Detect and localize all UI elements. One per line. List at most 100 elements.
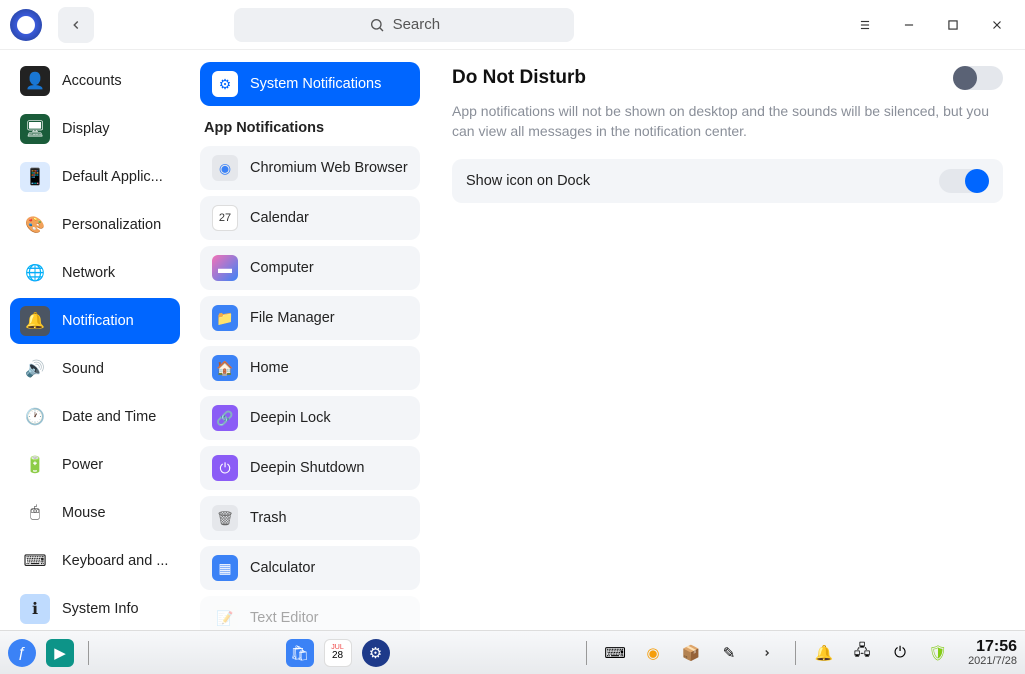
menu-button[interactable] <box>855 15 875 35</box>
sidebar-item-label: Network <box>62 265 115 281</box>
app-item-calendar[interactable]: 27 Calendar <box>200 196 420 240</box>
app-item-trash[interactable]: 🗑Trash <box>200 496 420 540</box>
show-icon-on-dock-row: Show icon on Dock <box>452 159 1003 203</box>
app-item-label: Deepin Lock <box>250 410 331 426</box>
notification-source-list: ⚙ System Notifications App Notifications… <box>190 50 430 630</box>
sidebar-item-datetime[interactable]: 🕐 Date and Time <box>10 394 180 440</box>
sidebar-item-keyboard[interactable]: ⌨Keyboard and ... <box>10 538 180 584</box>
calculator-icon: ▦ <box>212 555 238 581</box>
show-icon-label: Show icon on Dock <box>466 173 590 189</box>
sidebar-item-label: Sound <box>62 361 104 377</box>
clock-icon: 🕐 <box>20 402 50 432</box>
sidebar-item-label: System Info <box>62 601 139 617</box>
settings-window: Search 👤 Accounts 🖥 Display 📱Default Appli… <box>0 0 1025 630</box>
minimize-button[interactable] <box>899 15 919 35</box>
app-item-computer[interactable]: ▬Computer <box>200 246 420 290</box>
battery-icon: 🔋 <box>20 450 50 480</box>
editor-icon: 📝 <box>212 605 238 630</box>
taskbar-tray-icon-4[interactable]: ✎ <box>715 639 743 667</box>
sidebar-item-power[interactable]: 🔋Power <box>10 442 180 488</box>
gear-icon: ⚙ <box>212 71 238 97</box>
sidebar-item-label: Accounts <box>62 73 122 89</box>
do-not-disturb-toggle[interactable] <box>953 66 1003 90</box>
taskbar-tray-icon-3[interactable]: 📦 <box>677 639 705 667</box>
sidebar-item-personalization[interactable]: 🎨Personalization <box>10 202 180 248</box>
app-item-calculator[interactable]: ▦ Calculator <box>200 546 420 590</box>
taskbar-clock[interactable]: 17:56 2021/7/28 <box>968 638 1017 668</box>
taskbar-tray-expand-icon[interactable] <box>753 639 781 667</box>
show-icon-toggle[interactable] <box>939 169 989 193</box>
close-button[interactable] <box>987 15 1007 35</box>
taskbar-tray-icon-2[interactable]: ◉ <box>639 639 667 667</box>
clock-time: 17:56 <box>968 638 1017 656</box>
sidebar-item-label: Display <box>62 121 110 137</box>
taskbar-terminal-icon[interactable]: ▶ <box>46 639 74 667</box>
app-item-label: Home <box>250 360 289 376</box>
clock-date: 2021/7/28 <box>968 655 1017 667</box>
sidebar-item-label: Notification <box>62 313 134 329</box>
app-item-label: File Manager <box>250 310 335 326</box>
chevron-left-icon <box>69 18 83 32</box>
system-notifications-item[interactable]: ⚙ System Notifications <box>200 62 420 106</box>
sidebar-item-mouse[interactable]: 🖱Mouse <box>10 490 180 536</box>
app-item-shutdown[interactable]: ⏻Deepin Shutdown <box>200 446 420 490</box>
sidebar: 👤 Accounts 🖥 Display 📱Default Applic... 🎨P… <box>0 50 190 630</box>
content-pane: Do Not Disturb App notifications will no… <box>430 50 1025 630</box>
app-item-label: Calculator <box>250 560 315 576</box>
separator <box>586 641 587 665</box>
maximize-button[interactable] <box>943 15 963 35</box>
app-item-label: Chromium Web Browser <box>250 160 408 176</box>
sidebar-item-display[interactable]: 🖥 Display <box>10 106 180 152</box>
minimize-icon <box>902 18 916 32</box>
taskbar-tray-icon-1[interactable]: ⌨ <box>601 639 629 667</box>
app-item-label: Text Editor <box>250 610 319 626</box>
notification-icon: 🔔 <box>20 306 50 336</box>
app-item-label: Trash <box>250 510 287 526</box>
back-button[interactable] <box>58 7 94 43</box>
app-item-label: Deepin Shutdown <box>250 460 364 476</box>
sidebar-item-notification[interactable]: 🔔 Notification <box>10 298 180 344</box>
app-item-home[interactable]: 🏠 Home <box>200 346 420 390</box>
network-icon: 🌐 <box>20 258 50 288</box>
titlebar: Search <box>0 0 1025 50</box>
home-icon: 🏠 <box>212 355 238 381</box>
sidebar-item-sound[interactable]: 🔊Sound <box>10 346 180 392</box>
sidebar-item-label: Date and Time <box>62 409 156 425</box>
sysinfo-icon: ℹ <box>20 594 50 624</box>
filemanager-icon: 📁 <box>212 305 238 331</box>
search-icon <box>369 17 385 33</box>
taskbar-network-icon[interactable]: 🖧 <box>848 639 876 667</box>
lock-icon: 🔗 <box>212 405 238 431</box>
system-notifications-label: System Notifications <box>250 76 381 92</box>
default-apps-icon: 📱 <box>20 162 50 192</box>
taskbar-tray-icon-5[interactable]: 🛡 <box>924 639 952 667</box>
taskbar-notification-icon[interactable]: 🔔 <box>810 639 838 667</box>
app-item-lock[interactable]: 🔗 Deepin Lock <box>200 396 420 440</box>
display-icon: 🖥 <box>20 114 50 144</box>
taskbar: ƒ ▶ 🛍 JUL28 ⚙ ⌨ ◉ 📦 ✎ 🔔 🖧 ⏻ 🛡 17:56 2021… <box>0 630 1025 674</box>
search-placeholder: Search <box>393 16 441 33</box>
sidebar-item-network[interactable]: 🌐 Network <box>10 250 180 296</box>
taskbar-calendar-icon[interactable]: JUL28 <box>324 639 352 667</box>
taskbar-app-store-icon[interactable]: 🛍 <box>286 639 314 667</box>
app-item-filemanager[interactable]: 📁 File Manager <box>200 296 420 340</box>
taskbar-power-icon[interactable]: ⏻ <box>886 639 914 667</box>
keyboard-icon: ⌨ <box>20 546 50 576</box>
sidebar-item-accounts[interactable]: 👤 Accounts <box>10 58 180 104</box>
mouse-icon: 🖱 <box>20 498 50 528</box>
accounts-icon: 👤 <box>20 66 50 96</box>
search-input[interactable]: Search <box>234 8 574 42</box>
calendar-icon: 27 <box>212 205 238 231</box>
taskbar-fedora-icon[interactable]: ƒ <box>8 639 36 667</box>
app-notifications-header: App Notifications <box>204 120 420 136</box>
maximize-icon <box>946 18 960 32</box>
app-item-label: Computer <box>250 260 314 276</box>
app-item-label: Calendar <box>250 210 309 226</box>
separator <box>88 641 89 665</box>
taskbar-settings-icon[interactable]: ⚙ <box>362 639 390 667</box>
app-item-chromium[interactable]: ◉Chromium Web Browser <box>200 146 420 190</box>
sidebar-item-default-apps[interactable]: 📱Default Applic... <box>10 154 180 200</box>
sidebar-item-sysinfo[interactable]: ℹ System Info <box>10 586 180 630</box>
chevron-right-icon <box>762 648 772 658</box>
app-item-editor[interactable]: 📝 Text Editor <box>200 596 420 630</box>
